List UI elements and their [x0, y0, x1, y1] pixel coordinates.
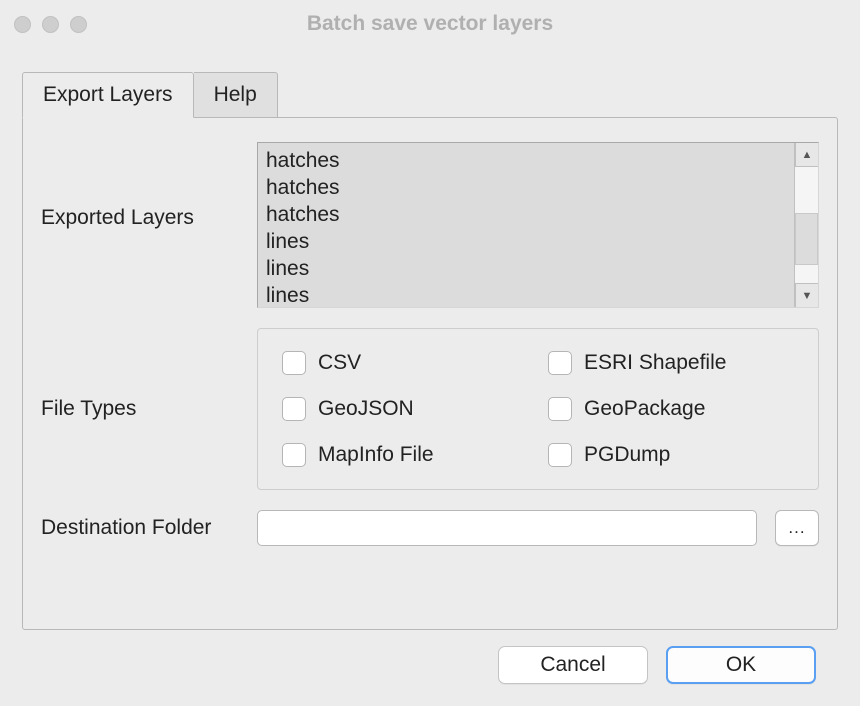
checkbox-csv[interactable]: CSV [282, 351, 528, 375]
destination-folder-row: Destination Folder ... [41, 510, 819, 546]
browse-button[interactable]: ... [775, 510, 819, 546]
close-window-button[interactable] [14, 16, 31, 33]
destination-folder-label: Destination Folder [41, 516, 239, 540]
exported-layers-label: Exported Layers [41, 142, 239, 230]
file-types-label: File Types [41, 397, 239, 421]
checkbox-label: GeoJSON [318, 397, 414, 421]
tab-bar: Export Layers Help [22, 72, 838, 117]
window-controls [14, 16, 87, 33]
checkbox-geojson[interactable]: GeoJSON [282, 397, 528, 421]
zoom-window-button[interactable] [70, 16, 87, 33]
titlebar: Batch save vector layers [0, 0, 860, 48]
checkbox-label: CSV [318, 351, 361, 375]
checkbox-box [548, 351, 572, 375]
checkbox-box [548, 397, 572, 421]
button-label: Cancel [540, 653, 605, 677]
checkbox-label: PGDump [584, 443, 670, 467]
exported-layers-row: Exported Layers hatches hatches hatches … [41, 142, 819, 308]
scroll-thumb[interactable] [795, 213, 818, 265]
file-types-group: CSV ESRI Shapefile GeoJSON GeoPackage [257, 328, 819, 490]
window-title: Batch save vector layers [0, 12, 860, 36]
list-item[interactable]: lines [266, 255, 786, 282]
chevron-down-icon: ▼ [802, 290, 813, 302]
list-item[interactable]: hatches [266, 174, 786, 201]
ok-button[interactable]: OK [666, 646, 816, 684]
button-label: OK [726, 653, 756, 677]
checkbox-label: ESRI Shapefile [584, 351, 726, 375]
checkbox-box [282, 443, 306, 467]
checkbox-label: MapInfo File [318, 443, 434, 467]
scroll-down-button[interactable]: ▼ [795, 283, 818, 307]
checkbox-box [282, 397, 306, 421]
minimize-window-button[interactable] [42, 16, 59, 33]
list-item[interactable]: lines [266, 228, 786, 255]
list-item[interactable]: lines [266, 282, 786, 307]
scroll-up-button[interactable]: ▲ [795, 143, 818, 167]
tab-help[interactable]: Help [194, 72, 278, 117]
export-panel: Exported Layers hatches hatches hatches … [22, 117, 838, 630]
checkbox-box [282, 351, 306, 375]
checkbox-geopackage[interactable]: GeoPackage [548, 397, 794, 421]
destination-folder-input[interactable] [257, 510, 757, 546]
ellipsis-icon: ... [788, 518, 805, 538]
checkbox-label: GeoPackage [584, 397, 705, 421]
content-area: Export Layers Help Exported Layers hatch… [0, 48, 860, 706]
scrollbar: ▲ ▼ [794, 143, 818, 307]
checkbox-esri-shapefile[interactable]: ESRI Shapefile [548, 351, 794, 375]
chevron-up-icon: ▲ [802, 149, 813, 161]
cancel-button[interactable]: Cancel [498, 646, 648, 684]
checkbox-pgdump[interactable]: PGDump [548, 443, 794, 467]
checkbox-mapinfo-file[interactable]: MapInfo File [282, 443, 528, 467]
list-item[interactable]: hatches [266, 147, 786, 174]
scroll-track[interactable] [795, 167, 818, 283]
file-types-row: File Types CSV ESRI Shapefile GeoJSON [41, 328, 819, 490]
dialog-footer: Cancel OK [22, 630, 838, 688]
checkbox-box [548, 443, 572, 467]
list-items: hatches hatches hatches lines lines line… [258, 143, 794, 307]
list-item[interactable]: hatches [266, 201, 786, 228]
exported-layers-listbox[interactable]: hatches hatches hatches lines lines line… [257, 142, 819, 308]
tab-label: Export Layers [43, 83, 173, 106]
tab-label: Help [214, 83, 257, 106]
dialog-window: Batch save vector layers Export Layers H… [0, 0, 860, 706]
tab-export-layers[interactable]: Export Layers [22, 72, 194, 118]
